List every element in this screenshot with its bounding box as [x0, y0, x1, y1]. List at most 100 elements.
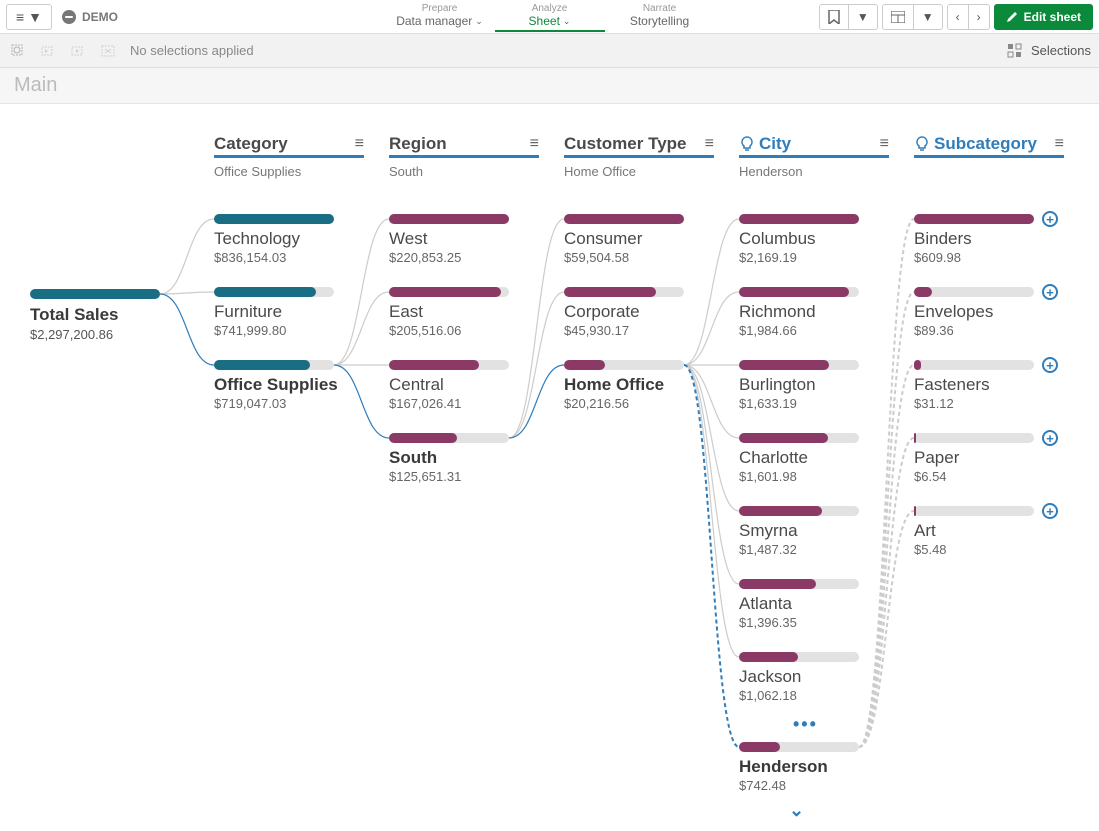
node-label: Home Office — [564, 375, 714, 395]
nav-step-storytelling[interactable]: NarrateStorytelling — [605, 1, 715, 32]
prev-sheet-button[interactable]: ‹ — [948, 5, 968, 29]
chevron-down-icon: ▼ — [913, 5, 942, 29]
node-south[interactable]: South$125,651.31 — [389, 433, 539, 484]
smart-search-button[interactable] — [8, 41, 28, 61]
node-label: South — [389, 448, 539, 468]
node-label: Central — [389, 375, 539, 395]
node-value: $1,601.98 — [739, 469, 889, 484]
root-value: $2,297,200.86 — [30, 327, 170, 342]
chevron-down-icon: ▼ — [28, 9, 42, 25]
node-value: $2,169.19 — [739, 250, 889, 265]
node-label: Binders — [914, 229, 1064, 249]
app-icon — [62, 10, 76, 24]
chevron-down-icon: ▼ — [848, 5, 877, 29]
column-menu-icon[interactable]: ≡ — [705, 135, 714, 153]
nav-steps: PrepareData manager ⌄AnalyzeSheet ⌄Narra… — [385, 1, 715, 32]
column-menu-icon[interactable]: ≡ — [880, 135, 889, 153]
node-consumer[interactable]: Consumer$59,504.58 — [564, 214, 714, 265]
node-corporate[interactable]: Corporate$45,930.17 — [564, 287, 714, 338]
selections-tool-button[interactable]: Selections — [1007, 43, 1091, 59]
node-columbus[interactable]: Columbus$2,169.19 — [739, 214, 889, 265]
node-atlanta[interactable]: Atlanta$1,396.35 — [739, 579, 889, 630]
node-office-supplies[interactable]: Office Supplies$719,047.03 — [214, 360, 364, 411]
node-furniture[interactable]: Furniture$741,999.80 — [214, 287, 364, 338]
chevron-down-icon: ⌄ — [475, 16, 483, 27]
node-label: East — [389, 302, 539, 322]
column-menu-icon[interactable]: ≡ — [355, 135, 364, 153]
column-selection: Office Supplies — [214, 164, 364, 179]
node-value: $836,154.03 — [214, 250, 364, 265]
node-label: Technology — [214, 229, 364, 249]
clear-selections-button[interactable] — [98, 41, 118, 61]
node-value: $1,062.18 — [739, 688, 889, 703]
node-value: $1,487.32 — [739, 542, 889, 557]
node-label: Furniture — [214, 302, 364, 322]
column-header[interactable]: Customer Type≡ — [564, 132, 714, 158]
node-value: $89.36 — [914, 323, 1064, 338]
expand-down-button[interactable]: ⌄ — [789, 800, 804, 821]
bookmark-icon — [828, 10, 840, 24]
node-label: Henderson — [739, 757, 889, 777]
expand-node-button[interactable]: + — [1042, 211, 1058, 227]
node-charlotte[interactable]: Charlotte$1,601.98 — [739, 433, 889, 484]
node-value: $220,853.25 — [389, 250, 539, 265]
edit-sheet-button[interactable]: Edit sheet — [994, 4, 1093, 30]
node-smyrna[interactable]: Smyrna$1,487.32 — [739, 506, 889, 557]
node-value: $31.12 — [914, 396, 1064, 411]
nav-step-sheet[interactable]: AnalyzeSheet ⌄ — [495, 1, 605, 32]
node-central[interactable]: Central$167,026.41 — [389, 360, 539, 411]
node-technology[interactable]: Technology$836,154.03 — [214, 214, 364, 265]
node-value: $5.48 — [914, 542, 1064, 557]
node-label: Richmond — [739, 302, 889, 322]
node-label: Art — [914, 521, 1064, 541]
column-menu-icon[interactable]: ≡ — [1055, 135, 1064, 153]
column-customer-type: Customer Type≡ Home Office — [564, 132, 714, 179]
next-sheet-button[interactable]: › — [968, 5, 989, 29]
node-label: Corporate — [564, 302, 714, 322]
bookmark-dropdown[interactable]: ▼ — [819, 4, 878, 30]
node-west[interactable]: West$220,853.25 — [389, 214, 539, 265]
column-selection: Henderson — [739, 164, 889, 179]
node-richmond[interactable]: Richmond$1,984.66 — [739, 287, 889, 338]
node-value: $167,026.41 — [389, 396, 539, 411]
node-east[interactable]: East$205,516.06 — [389, 287, 539, 338]
node-value: $125,651.31 — [389, 469, 539, 484]
expand-node-button[interactable]: + — [1042, 357, 1058, 373]
expand-node-button[interactable]: + — [1042, 430, 1058, 446]
node-label: Burlington — [739, 375, 889, 395]
more-items-button[interactable]: ••• — [793, 714, 818, 735]
column-header[interactable]: Category≡ — [214, 132, 364, 158]
column-header[interactable]: City≡ — [739, 132, 889, 158]
node-label: Atlanta — [739, 594, 889, 614]
app-title: DEMO — [62, 10, 118, 24]
column-city: City≡ Henderson — [739, 132, 889, 179]
main-menu-button[interactable]: ≡▼ — [6, 4, 52, 30]
node-value: $1,396.35 — [739, 615, 889, 630]
column-selection: South — [389, 164, 539, 179]
expand-node-button[interactable]: + — [1042, 503, 1058, 519]
column-menu-icon[interactable]: ≡ — [530, 135, 539, 153]
column-category: Category≡ Office Supplies — [214, 132, 364, 179]
expand-node-button[interactable]: + — [1042, 284, 1058, 300]
step-forward-button[interactable] — [68, 41, 88, 61]
root-label: Total Sales — [30, 305, 170, 325]
root-node[interactable]: Total Sales $2,297,200.86 — [30, 289, 170, 342]
nav-step-data-manager[interactable]: PrepareData manager ⌄ — [385, 1, 495, 32]
step-back-button[interactable] — [38, 41, 58, 61]
column-header[interactable]: Region≡ — [389, 132, 539, 158]
node-value: $1,984.66 — [739, 323, 889, 338]
column-header[interactable]: Subcategory≡ — [914, 132, 1064, 158]
column-selection: Home Office — [564, 164, 714, 179]
node-home-office[interactable]: Home Office$20,216.56 — [564, 360, 714, 411]
node-label: Jackson — [739, 667, 889, 687]
node-burlington[interactable]: Burlington$1,633.19 — [739, 360, 889, 411]
node-jackson[interactable]: Jackson$1,062.18 — [739, 652, 889, 703]
node-label: Fasteners — [914, 375, 1064, 395]
node-value: $59,504.58 — [564, 250, 714, 265]
column-region: Region≡ South — [389, 132, 539, 179]
hamburger-icon: ≡ — [16, 9, 24, 25]
node-label: Envelopes — [914, 302, 1064, 322]
sheets-dropdown[interactable]: ▼ — [882, 4, 943, 30]
node-henderson[interactable]: Henderson$742.48 — [739, 742, 889, 793]
node-label: Consumer — [564, 229, 714, 249]
